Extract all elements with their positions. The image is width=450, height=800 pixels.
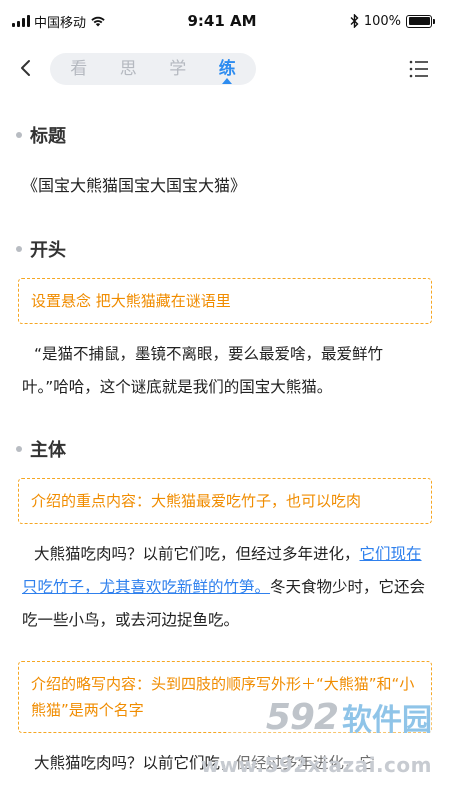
body-hint-box-key: 介绍的重点内容：大熊猫最爱吃竹子，也可以吃肉 (18, 478, 432, 524)
status-left: 中国移动 (12, 12, 162, 31)
section-heading: 主体 (30, 440, 66, 461)
bluetooth-icon (350, 14, 359, 28)
bullet-dot (16, 446, 22, 452)
tab-learn-label: 学 (169, 59, 187, 79)
list-menu-icon[interactable] (408, 58, 430, 80)
bullet-dot (16, 246, 22, 252)
opening-hint-box: 设置悬念 把大熊猫藏在谜语里 (18, 278, 432, 324)
tab-think-label: 思 (119, 59, 137, 79)
status-right: 100% (282, 13, 435, 29)
active-tab-indicator (222, 78, 233, 84)
watermark-brand: 软件园 (342, 703, 432, 738)
back-icon[interactable] (14, 56, 38, 80)
section-title-header: 标题 (0, 120, 450, 150)
watermark-top: 592 软件园 (266, 695, 432, 739)
essay-title: 《国宝大熊猫国宝大国宝大猫》 (22, 176, 247, 195)
battery-fill (408, 17, 430, 25)
section-heading: 标题 (30, 126, 66, 147)
tab-practice-label: 练 (218, 59, 236, 79)
status-time: 9:41 AM (187, 12, 257, 30)
section-opening-header: 开头 (0, 234, 450, 264)
watermark-url: www.592xiazai.com (200, 753, 432, 777)
battery-percent: 100% (363, 13, 401, 29)
wifi-icon (91, 16, 105, 27)
opening-paragraph: “是猫不捕鼠，墨镜不离眼，要么最爱啥，最爱鲜竹叶。”哈哈，这个谜底就是我们的国宝… (22, 345, 384, 396)
mode-tabs: 看 思 学 练 (50, 53, 256, 85)
body-paragraph-1: 大熊猫吃肉吗？以前它们吃，但经过多年进化，它们现在只吃竹子，尤其喜欢吃新鲜的竹笋… (22, 538, 428, 637)
tab-think[interactable]: 思 (104, 53, 154, 85)
tab-look-label: 看 (70, 59, 88, 79)
watermark-number: 592 (265, 696, 339, 738)
bullet-dot (16, 132, 22, 138)
para-text: 大熊猫吃肉吗？以前它们吃，但经过多年进化， (34, 545, 360, 563)
tab-practice[interactable]: 练 (203, 53, 253, 85)
battery-icon (406, 14, 435, 28)
nav-bar: 看 思 学 练 (0, 48, 450, 92)
tab-learn[interactable]: 学 (153, 53, 203, 85)
content: 标题 《国宝大熊猫国宝大国宝大猫》 开头 设置悬念 把大熊猫藏在谜语里 “是猫不… (0, 110, 450, 780)
watermark-logo: 592 软件园 www.592xiazai.com (201, 695, 442, 800)
section-heading: 开头 (30, 240, 66, 261)
section-body-header: 主体 (0, 434, 450, 464)
signal-icon (12, 15, 30, 27)
carrier-label: 中国移动 (34, 15, 87, 31)
status-bar: 中国移动 9:41 AM 100% (0, 0, 450, 42)
tab-look[interactable]: 看 (54, 53, 104, 85)
